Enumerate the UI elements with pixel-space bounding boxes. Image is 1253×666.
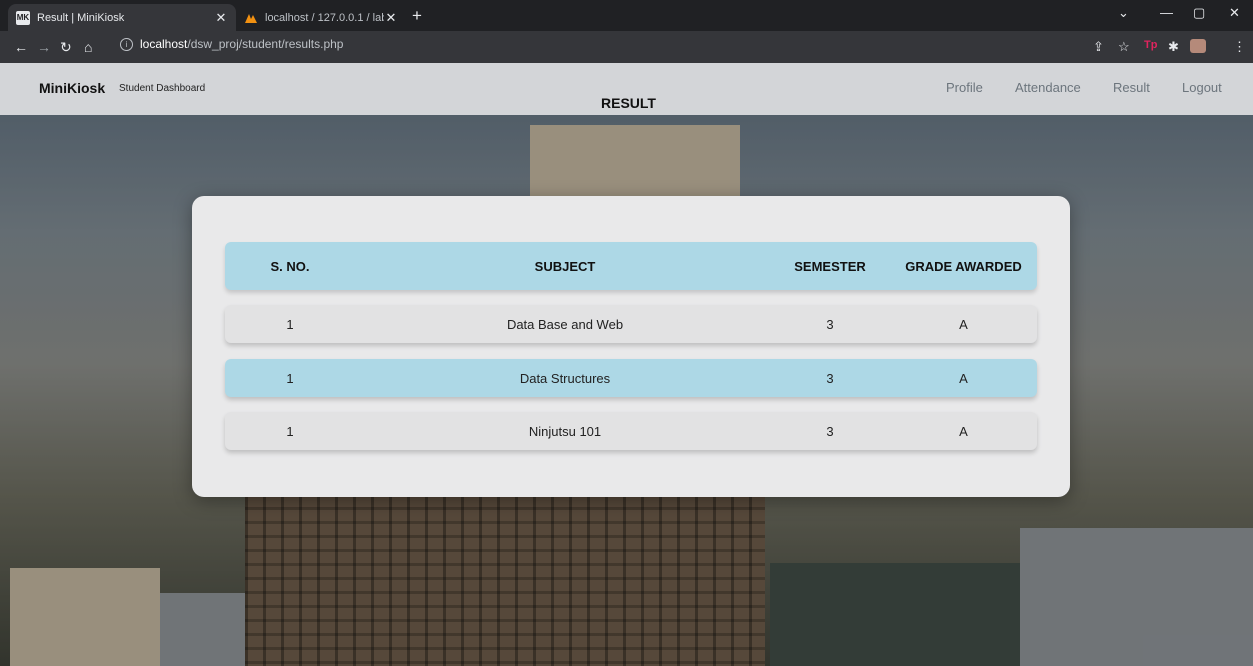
brand-logo[interactable]: MiniKiosk <box>39 80 105 96</box>
table-row: 1 Ninjutsu 101 3 A <box>225 412 1037 450</box>
page-title: RESULT <box>601 95 656 111</box>
results-card: S. NO. SUBJECT SEMESTER GRADE AWARDED 1 … <box>192 196 1070 497</box>
table-row: 1 Data Base and Web 3 A <box>225 305 1037 343</box>
nav-link-profile[interactable]: Profile <box>946 80 983 95</box>
table-row: 1 Data Structures 3 A <box>225 359 1037 397</box>
cell-subject: Data Structures <box>519 370 611 386</box>
url-host: localhost <box>140 37 188 51</box>
header-grade: GRADE AWARDED <box>905 258 1022 274</box>
cell-semester: 3 <box>826 423 834 439</box>
tab-search-chevron-icon[interactable]: ⌄ <box>1118 5 1129 21</box>
forward-icon[interactable]: → <box>37 39 51 55</box>
address-bar[interactable]: i localhost/dsw_proj/student/results.php <box>120 37 343 51</box>
home-icon[interactable]: ⌂ <box>84 39 92 55</box>
minikiosk-favicon-icon: MK <box>16 10 30 25</box>
url-path: /dsw_proj/student/results.php <box>187 37 344 51</box>
profile-avatar-icon[interactable] <box>1190 39 1206 53</box>
cell-grade: A <box>959 370 968 386</box>
phpmyadmin-favicon-icon <box>244 11 258 25</box>
header-semester: SEMESTER <box>794 258 866 274</box>
browser-tab-result[interactable]: MK Result | MiniKiosk ✕ <box>8 4 236 31</box>
cell-grade: A <box>959 423 968 439</box>
site-info-icon[interactable]: i <box>120 37 133 51</box>
nav-link-attendance[interactable]: Attendance <box>1015 80 1081 95</box>
brand-subtitle: Student Dashboard <box>119 83 206 94</box>
browser-tab-bar: MK Result | MiniKiosk ✕ localhost / 127.… <box>0 0 1253 31</box>
cell-subject: Ninjutsu 101 <box>528 423 602 439</box>
nav-link-logout[interactable]: Logout <box>1182 80 1222 95</box>
cell-subject: Data Base and Web <box>506 316 624 332</box>
cell-grade: A <box>959 316 968 332</box>
cell-sno: 1 <box>286 316 294 332</box>
cell-semester: 3 <box>826 316 834 332</box>
new-tab-icon[interactable]: + <box>412 6 422 26</box>
extension-tp-icon[interactable]: Tp <box>1144 39 1157 51</box>
results-table-header: S. NO. SUBJECT SEMESTER GRADE AWARDED <box>225 242 1037 290</box>
bookmark-star-icon[interactable]: ☆ <box>1118 39 1130 55</box>
cell-sno: 1 <box>286 423 294 439</box>
header-sno: S. NO. <box>270 258 310 274</box>
tab-title: Result | MiniKiosk <box>37 11 125 24</box>
browser-menu-icon[interactable]: ⋮ <box>1233 39 1246 55</box>
site-navbar: MiniKiosk Student Dashboard RESULT Profi… <box>0 63 1253 115</box>
tab-title: localhost / 127.0.0.1 / lab / stude <box>265 11 384 24</box>
extensions-puzzle-icon[interactable]: ✱ <box>1168 39 1179 55</box>
browser-tab-phpmyadmin[interactable]: localhost / 127.0.0.1 / lab / stude ✕ <box>236 4 406 31</box>
cell-sno: 1 <box>286 370 294 386</box>
close-tab-icon[interactable]: ✕ <box>384 10 398 26</box>
close-window-icon[interactable]: ✕ <box>1229 5 1240 21</box>
back-icon[interactable]: ← <box>14 39 28 55</box>
cell-semester: 3 <box>826 370 834 386</box>
close-tab-icon[interactable]: ✕ <box>214 10 228 26</box>
minimize-icon[interactable]: — <box>1160 5 1173 20</box>
header-subject: SUBJECT <box>534 258 596 274</box>
reload-icon[interactable]: ↻ <box>60 39 72 55</box>
share-icon[interactable]: ⇪ <box>1093 39 1104 55</box>
nav-link-result[interactable]: Result <box>1113 80 1150 95</box>
maximize-icon[interactable]: ▢ <box>1193 5 1205 21</box>
page-viewport: MiniKiosk Student Dashboard RESULT Profi… <box>0 63 1253 666</box>
